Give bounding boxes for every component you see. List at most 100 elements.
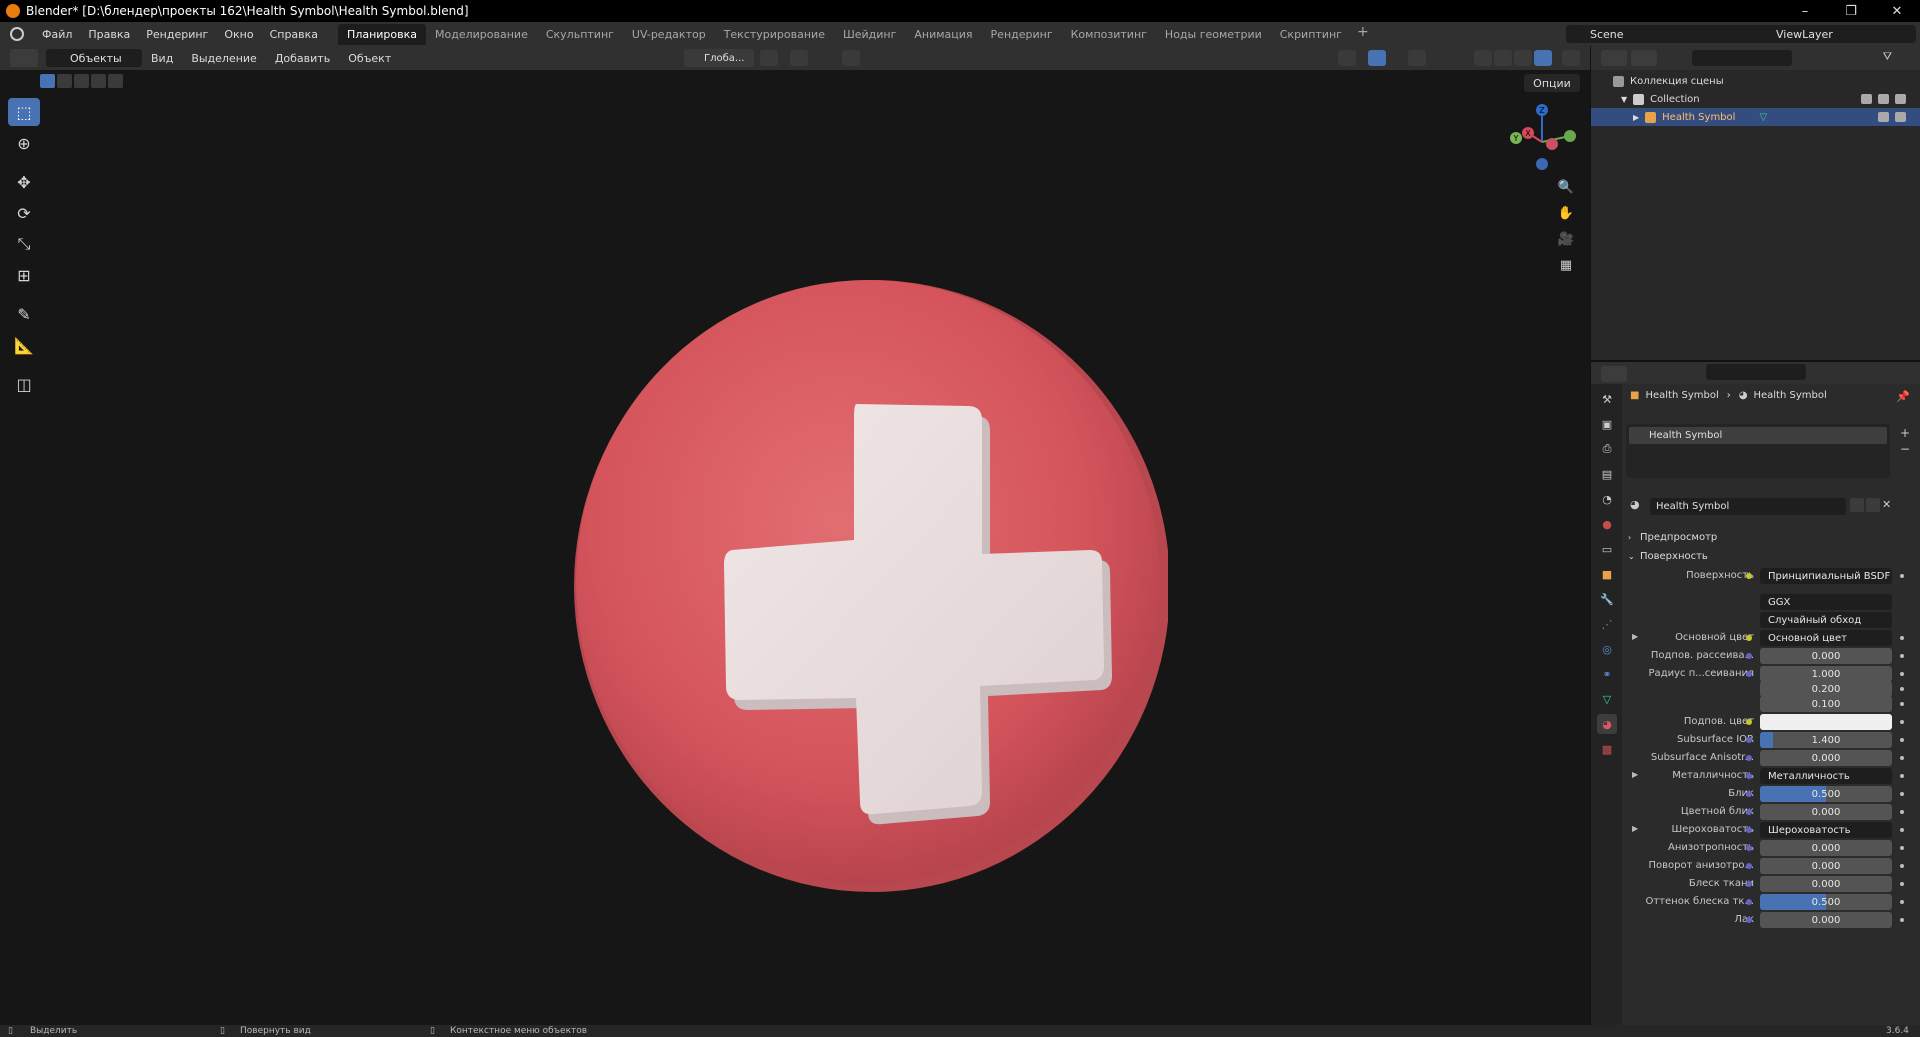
menu-edit[interactable]: Правка bbox=[80, 28, 138, 41]
tool-tab-icon[interactable]: ⚒ bbox=[1597, 389, 1617, 409]
scene-selector[interactable]: Scene bbox=[1566, 25, 1756, 43]
fake-user-icon[interactable] bbox=[1850, 498, 1864, 512]
input-socket-icon[interactable] bbox=[1746, 899, 1752, 905]
eye-icon[interactable] bbox=[1878, 112, 1889, 122]
collapse-arrow-icon[interactable]: ▼ bbox=[1621, 95, 1627, 104]
menu-object[interactable]: Объект bbox=[339, 52, 400, 65]
keyframe-dot-icon[interactable] bbox=[1900, 864, 1904, 868]
properties-search-input[interactable] bbox=[1706, 364, 1806, 380]
tab-geometry-nodes[interactable]: Ноды геометрии bbox=[1156, 24, 1271, 45]
health-symbol-object[interactable] bbox=[568, 272, 1168, 894]
keyframe-dot-icon[interactable] bbox=[1900, 720, 1904, 724]
object-tab-icon[interactable]: ■ bbox=[1597, 564, 1617, 584]
keyframe-dot-icon[interactable] bbox=[1900, 738, 1904, 742]
pin-icon[interactable]: 📌 bbox=[1896, 390, 1910, 403]
material-preview-icon[interactable] bbox=[1514, 50, 1532, 66]
camera-view-icon[interactable]: 🎥 bbox=[1555, 228, 1577, 250]
select-subtract-icon[interactable] bbox=[74, 74, 89, 88]
tab-texture-paint[interactable]: Текстурирование bbox=[715, 24, 834, 45]
outliner-editor-type-button[interactable] bbox=[1601, 50, 1627, 66]
zoom-icon[interactable]: 🔍 bbox=[1555, 176, 1577, 198]
menu-view[interactable]: Вид bbox=[142, 52, 182, 65]
number-field[interactable]: 0.000 bbox=[1760, 648, 1892, 664]
particles-tab-icon[interactable]: ⋰ bbox=[1597, 614, 1617, 634]
overlay-icon[interactable] bbox=[1408, 50, 1426, 66]
measure-tool-icon[interactable]: 📐 bbox=[8, 331, 40, 359]
wireframe-shading-icon[interactable] bbox=[1474, 50, 1492, 66]
add-workspace-button[interactable]: + bbox=[1351, 24, 1375, 45]
tab-uv-editing[interactable]: UV-редактор bbox=[623, 24, 715, 45]
rendered-shading-icon[interactable] bbox=[1534, 50, 1552, 66]
transform-orientation-dropdown[interactable]: Глоба... bbox=[684, 49, 754, 67]
select-invert-icon[interactable] bbox=[91, 74, 106, 88]
display-mode-button[interactable] bbox=[1631, 50, 1657, 66]
input-socket-icon[interactable] bbox=[1746, 653, 1752, 659]
number-field[interactable]: 0.000 bbox=[1760, 858, 1892, 874]
browse-material-icon[interactable]: ◕ bbox=[1630, 498, 1640, 511]
scale-tool-icon[interactable]: ⤡ bbox=[8, 230, 40, 258]
render-tab-icon[interactable]: ▣ bbox=[1597, 414, 1617, 434]
keyframe-dot-icon[interactable] bbox=[1900, 756, 1904, 760]
panel-surface[interactable]: ⌄ Поверхность bbox=[1626, 547, 1708, 565]
outliner-search-input[interactable] bbox=[1692, 50, 1792, 66]
options-dropdown[interactable]: Опции bbox=[1524, 74, 1580, 92]
input-socket-icon[interactable] bbox=[1746, 845, 1752, 851]
pause-icon[interactable] bbox=[1562, 50, 1580, 66]
number-field[interactable]: 0.000 bbox=[1760, 804, 1892, 820]
select-box-tool-icon[interactable]: ⬚ bbox=[8, 98, 40, 126]
number-field[interactable]: 0.500 bbox=[1760, 786, 1892, 802]
modifier-tab-icon[interactable]: 🔧 bbox=[1597, 589, 1617, 609]
keyframe-dot-icon[interactable] bbox=[1900, 846, 1904, 850]
menu-select[interactable]: Выделение bbox=[182, 52, 266, 65]
keyframe-dot-icon[interactable] bbox=[1900, 792, 1904, 796]
select-new-icon[interactable] bbox=[40, 74, 55, 88]
menu-add[interactable]: Добавить bbox=[266, 52, 339, 65]
gizmo-neg-z-axis[interactable] bbox=[1536, 158, 1548, 170]
pan-hand-icon[interactable]: ✋ bbox=[1555, 202, 1577, 224]
input-socket-icon[interactable] bbox=[1746, 881, 1752, 887]
number-field[interactable]: 0.100 bbox=[1760, 696, 1892, 712]
minimize-button[interactable]: – bbox=[1782, 0, 1828, 22]
number-field[interactable]: 0.000 bbox=[1760, 750, 1892, 766]
eye-icon[interactable] bbox=[1878, 94, 1889, 104]
number-field[interactable]: 0.500 bbox=[1760, 894, 1892, 910]
number-field[interactable]: 1.000 bbox=[1760, 666, 1892, 682]
panel-preview[interactable]: › Предпросмотр bbox=[1626, 528, 1717, 546]
menu-window[interactable]: Окно bbox=[216, 28, 261, 41]
material-slot-item[interactable]: Health Symbol bbox=[1629, 427, 1887, 444]
camera-icon[interactable] bbox=[1895, 94, 1906, 104]
input-socket-icon[interactable] bbox=[1746, 573, 1752, 579]
input-socket-icon[interactable] bbox=[1746, 755, 1752, 761]
perspective-grid-icon[interactable]: ▦ bbox=[1555, 254, 1577, 276]
physics-tab-icon[interactable]: ◎ bbox=[1597, 639, 1617, 659]
tab-sculpting[interactable]: Скульптинг bbox=[537, 24, 623, 45]
input-socket-icon[interactable] bbox=[1746, 719, 1752, 725]
expand-arrow-icon[interactable]: ▶ bbox=[1632, 770, 1638, 779]
blender-menu-icon[interactable] bbox=[10, 27, 24, 41]
dropdown-field[interactable]: GGX bbox=[1760, 594, 1892, 610]
keyframe-dot-icon[interactable] bbox=[1900, 687, 1904, 691]
material-tab-icon[interactable]: ◕ bbox=[1597, 714, 1617, 734]
expand-arrow-icon[interactable]: ▶ bbox=[1632, 824, 1638, 833]
navigation-gizmo[interactable]: Z X Y bbox=[1500, 100, 1580, 180]
keyframe-dot-icon[interactable] bbox=[1900, 636, 1904, 640]
number-field[interactable]: 0.000 bbox=[1760, 876, 1892, 892]
menu-file[interactable]: Файл bbox=[34, 28, 80, 41]
transform-tool-icon[interactable]: ⊞ bbox=[8, 261, 40, 289]
cursor-tool-icon[interactable]: ⊕ bbox=[8, 129, 40, 157]
input-socket-icon[interactable] bbox=[1746, 917, 1752, 923]
select-intersect-icon[interactable] bbox=[108, 74, 123, 88]
keyframe-dot-icon[interactable] bbox=[1900, 900, 1904, 904]
move-tool-icon[interactable]: ✥ bbox=[8, 168, 40, 196]
keyframe-dot-icon[interactable] bbox=[1900, 672, 1904, 676]
add-slot-button[interactable]: + bbox=[1900, 426, 1910, 440]
filter-icon[interactable]: ⛛ bbox=[1883, 50, 1892, 64]
add-cube-tool-icon[interactable]: ◫ bbox=[8, 370, 40, 398]
visibility-icon[interactable] bbox=[1338, 50, 1356, 66]
solid-shading-icon[interactable] bbox=[1494, 50, 1512, 66]
dropdown-field[interactable]: Основной цвет bbox=[1760, 630, 1892, 646]
keyframe-dot-icon[interactable] bbox=[1900, 810, 1904, 814]
menu-help[interactable]: Справка bbox=[262, 28, 326, 41]
input-socket-icon[interactable] bbox=[1746, 827, 1752, 833]
tab-rendering[interactable]: Рендеринг bbox=[982, 24, 1062, 45]
